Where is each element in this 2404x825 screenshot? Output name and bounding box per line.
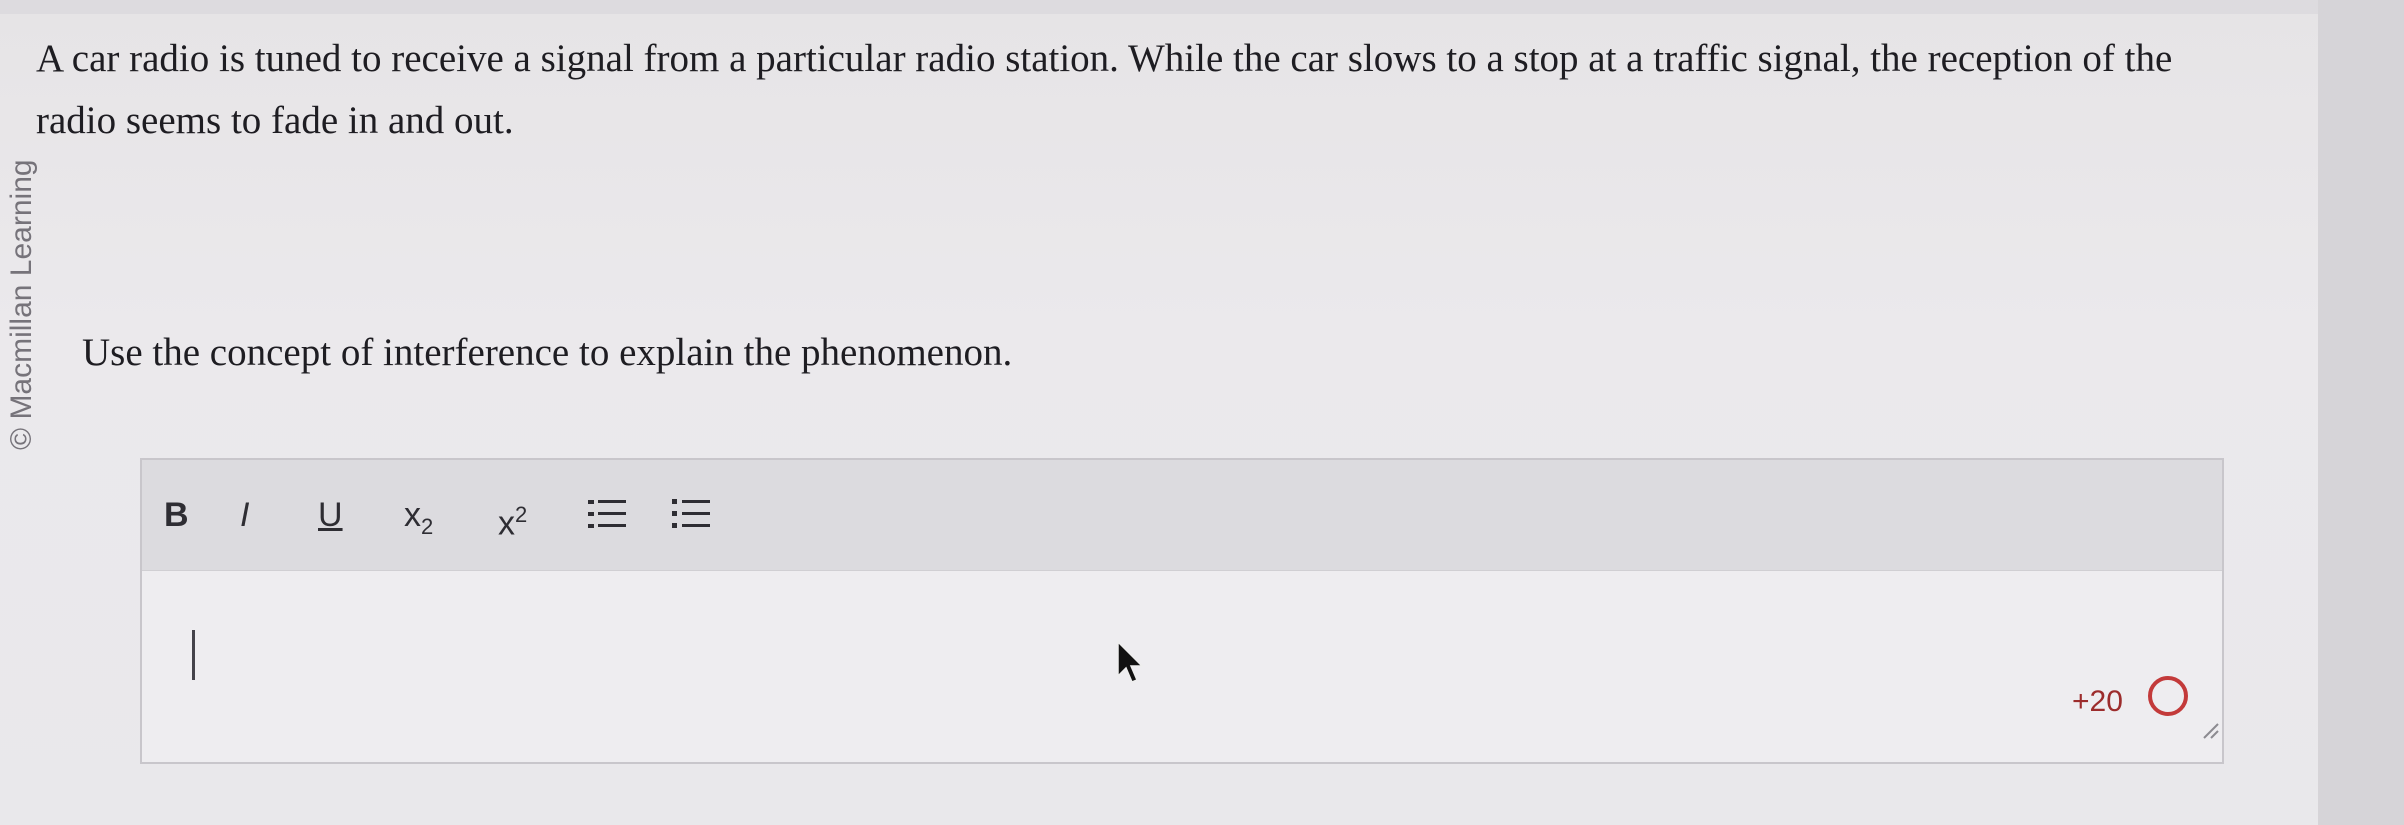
subscript-button[interactable]: x2 xyxy=(404,488,433,542)
ordered-list-icon[interactable] xyxy=(588,494,628,534)
editor-toolbar: B I U x2 x2 xyxy=(142,460,2222,571)
answer-editor[interactable]: B I U x2 x2 +20 xyxy=(140,458,2224,764)
superscript-base: x xyxy=(498,504,515,543)
subscript-base: x xyxy=(404,496,421,534)
right-side-panel xyxy=(2318,0,2404,825)
underline-button[interactable]: U xyxy=(318,488,343,542)
mouse-pointer-icon xyxy=(1117,640,1144,683)
text-cursor xyxy=(192,630,195,680)
score-label: +20 xyxy=(2072,685,2123,718)
question-prompt: Use the concept of interference to expla… xyxy=(82,331,1013,374)
bold-button[interactable]: B xyxy=(164,488,189,542)
status-ring-icon xyxy=(2148,676,2188,716)
superscript-mark: 2 xyxy=(515,502,528,527)
bullet-list-icon[interactable] xyxy=(672,494,712,534)
superscript-button[interactable]: x2 xyxy=(498,488,527,542)
italic-button[interactable]: I xyxy=(240,488,249,542)
top-edge xyxy=(0,0,2404,14)
subscript-mark: 2 xyxy=(421,513,434,539)
resize-handle-icon[interactable] xyxy=(2198,718,2220,740)
question-text: A car radio is tuned to receive a signal… xyxy=(36,37,2173,142)
